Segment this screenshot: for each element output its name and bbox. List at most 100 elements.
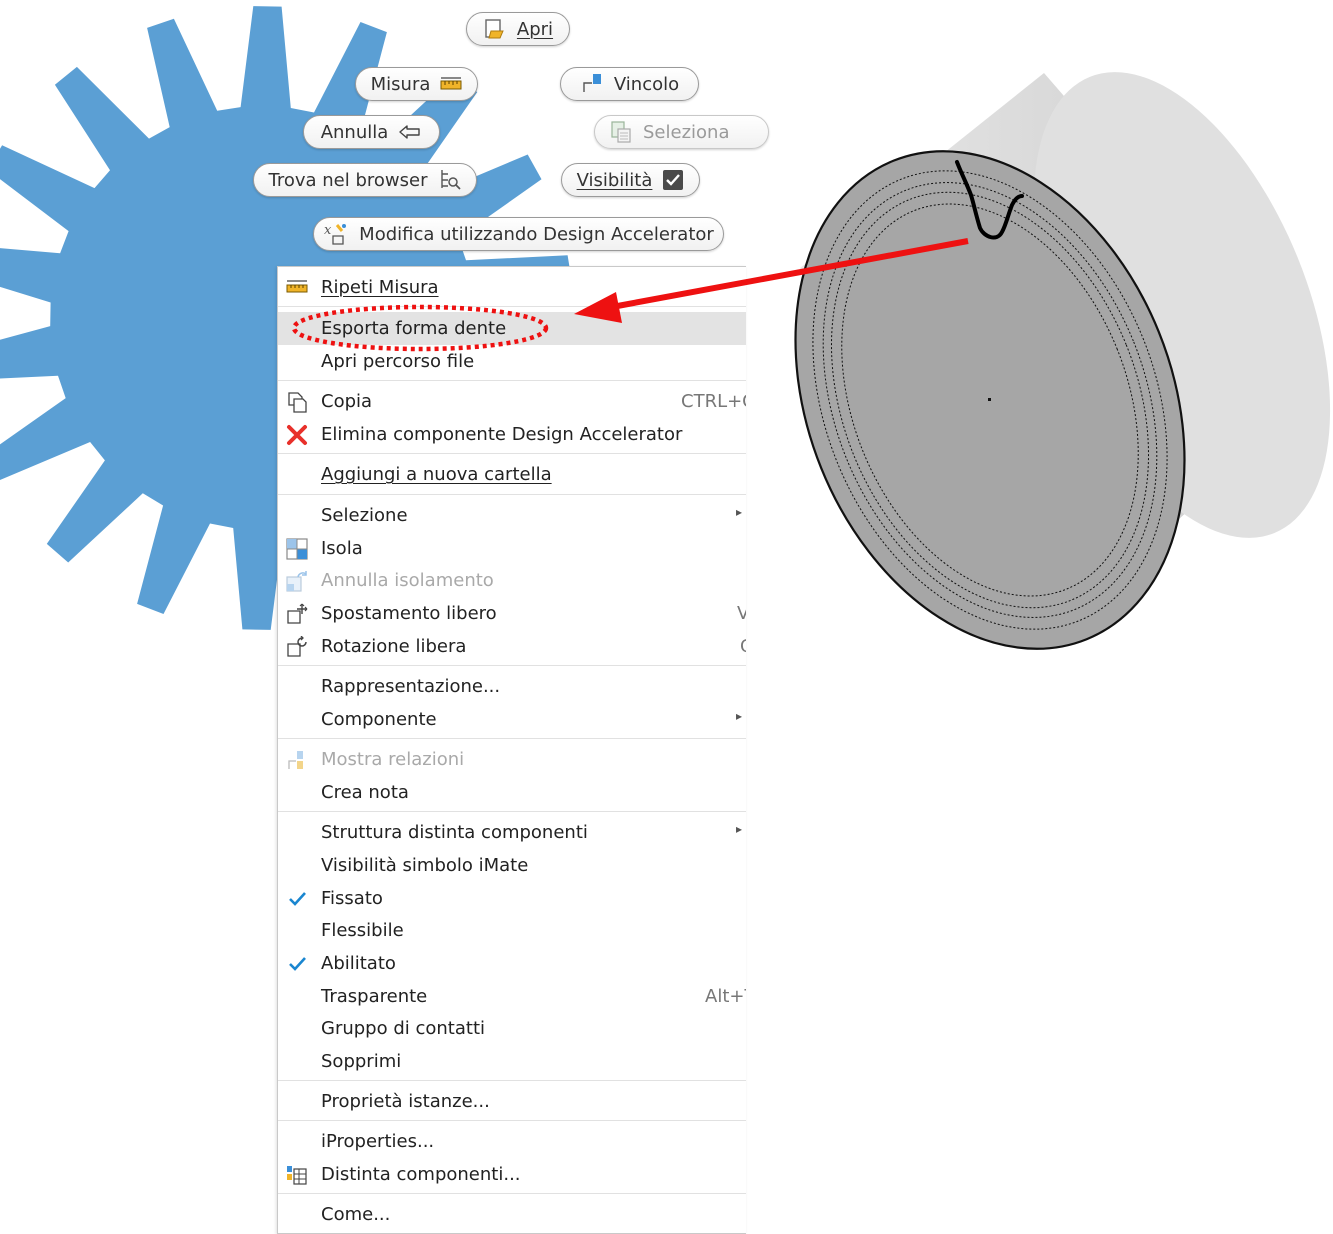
menu-item-rappresentazione[interactable]: Rappresentazione... <box>278 670 746 703</box>
menu-item-proprieta-istanze[interactable]: Proprietà istanze... <box>278 1085 746 1118</box>
visibility-checkbox-icon <box>663 170 684 190</box>
free-rotate-icon <box>287 636 307 657</box>
trova-browser-button[interactable]: Trova nel browser <box>253 163 477 197</box>
menu-item-come[interactable]: Come... <box>278 1198 746 1231</box>
distinta-componenti-label: Distinta componenti... <box>321 1164 521 1185</box>
rotazione-libera-label: Rotazione libera <box>321 636 467 657</box>
menu-item-crea-nota[interactable]: Crea nota <box>278 776 746 809</box>
vincolo-button[interactable]: Vincolo <box>560 67 699 101</box>
menu-separator <box>278 665 746 666</box>
copia-label: Copia <box>321 391 373 412</box>
copia-shortcut: CTRL+C <box>681 391 746 412</box>
aggiungi-cartella-label: Aggiungi a nuova cartella <box>321 464 552 485</box>
menu-item-componente[interactable]: Componente ▸ <box>278 703 746 736</box>
menu-item-abilitato[interactable]: Abilitato <box>278 947 746 980</box>
menu-item-annulla-isolamento[interactable]: Annulla isolamento <box>278 564 746 597</box>
menu-item-ripeti-misura[interactable]: Ripeti Misura <box>278 271 746 304</box>
modifica-design-accelerator-button[interactable]: x Modifica utilizzando Design Accelerato… <box>313 217 724 251</box>
copy-icon <box>288 392 307 413</box>
elimina-label: Elimina componente Design Accelerator <box>321 424 683 445</box>
show-relationships-icon <box>288 751 303 769</box>
sopprimi-label: Sopprimi <box>321 1051 402 1072</box>
measure-icon <box>440 77 462 90</box>
misura-label: Misura <box>370 73 431 95</box>
constraint-icon <box>583 74 601 92</box>
svg-text:x: x <box>324 223 332 238</box>
selezione-label: Selezione <box>321 505 408 526</box>
spostamento-libero-label: Spostamento libero <box>321 603 497 624</box>
find-in-browser-icon <box>440 170 461 190</box>
abilitato-label: Abilitato <box>321 953 396 974</box>
open-icon <box>485 19 504 39</box>
menu-item-mostra-relazioni[interactable]: Mostra relazioni <box>278 743 746 776</box>
seleziona-button[interactable]: Seleziona <box>594 115 769 149</box>
menu-item-iproperties[interactable]: iProperties... <box>278 1125 746 1158</box>
visibilita-imate-label: Visibilità simbolo iMate <box>321 855 529 876</box>
checkmark-icon <box>289 892 306 906</box>
visibilita-button[interactable]: Visibilità <box>561 163 700 197</box>
center-point <box>988 398 991 401</box>
menu-item-sopprimi[interactable]: Sopprimi <box>278 1045 746 1078</box>
undo-icon <box>399 125 420 139</box>
apri-percorso-file-label: Apri percorso file <box>321 351 475 372</box>
menu-item-spostamento-libero[interactable]: Spostamento libero V <box>278 597 746 630</box>
spostamento-shortcut: V <box>737 603 746 624</box>
submenu-arrow-icon: ▸ <box>736 505 743 519</box>
submenu-arrow-icon: ▸ <box>736 822 743 836</box>
rappresentazione-label: Rappresentazione... <box>321 676 501 697</box>
rotazione-shortcut: G <box>740 636 746 657</box>
flessibile-label: Flessibile <box>321 920 404 941</box>
proprieta-istanze-label: Proprietà istanze... <box>321 1091 490 1112</box>
iproperties-label: iProperties... <box>321 1131 435 1152</box>
modifica-label: Modifica utilizzando Design Accelerator <box>359 223 714 245</box>
menu-item-rotazione-libera[interactable]: Rotazione libera G <box>278 630 746 663</box>
free-move-icon <box>287 603 308 624</box>
menu-item-copia[interactable]: Copia CTRL+C <box>278 385 746 418</box>
design-accelerator-icon: x <box>324 223 347 245</box>
checkmark-icon <box>289 957 306 971</box>
annulla-label: Annulla <box>320 121 389 143</box>
undo-isolate-icon <box>286 571 307 592</box>
menu-separator <box>278 1120 746 1121</box>
menu-separator <box>278 1080 746 1081</box>
trasparente-label: Trasparente <box>321 986 428 1007</box>
componente-label: Componente <box>321 709 437 730</box>
menu-item-selezione[interactable]: Selezione ▸ <box>278 499 746 532</box>
fissato-label: Fissato <box>321 888 383 909</box>
menu-item-visibilita-imate[interactable]: Visibilità simbolo iMate <box>278 849 746 882</box>
menu-item-flessibile[interactable]: Flessibile <box>278 914 746 947</box>
menu-item-elimina-componente[interactable]: Elimina componente Design Accelerator <box>278 418 746 451</box>
annulla-button[interactable]: Annulla <box>303 115 440 149</box>
menu-separator <box>278 380 746 381</box>
struttura-distinta-label: Struttura distinta componenti <box>321 822 588 843</box>
vincolo-label: Vincolo <box>613 73 680 95</box>
menu-item-gruppo-contatti[interactable]: Gruppo di contatti <box>278 1012 746 1045</box>
gruppo-contatti-label: Gruppo di contatti <box>321 1018 486 1039</box>
apri-button[interactable]: Apri <box>466 12 570 46</box>
menu-item-isola[interactable]: Isola <box>278 532 746 565</box>
menu-item-fissato[interactable]: Fissato <box>278 882 746 915</box>
trasparente-shortcut: Alt+T <box>705 986 746 1007</box>
measure-icon <box>286 280 308 293</box>
menu-item-distinta-componenti[interactable]: Distinta componenti... <box>278 1158 746 1191</box>
mostra-relazioni-label: Mostra relazioni <box>321 749 465 770</box>
delete-x-icon <box>287 425 307 445</box>
annulla-isolamento-label: Annulla isolamento <box>321 570 494 591</box>
annotation-ellipse <box>291 304 549 352</box>
apri-label: Apri <box>516 18 554 40</box>
menu-item-trasparente[interactable]: Trasparente Alt+T <box>278 980 746 1013</box>
ripeti-misura-label: Ripeti Misura <box>321 277 439 298</box>
menu-item-aggiungi-cartella[interactable]: Aggiungi a nuova cartella <box>278 458 746 491</box>
isolate-icon <box>286 538 308 560</box>
submenu-arrow-icon: ▸ <box>736 709 743 723</box>
menu-separator <box>278 1193 746 1194</box>
trova-label: Trova nel browser <box>268 169 428 191</box>
misura-button[interactable]: Misura <box>355 67 478 101</box>
menu-separator <box>278 811 746 812</box>
menu-item-struttura-distinta[interactable]: Struttura distinta componenti ▸ <box>278 816 746 849</box>
crea-nota-label: Crea nota <box>321 782 409 803</box>
menu-separator <box>278 494 746 495</box>
select-icon <box>611 121 631 143</box>
isola-label: Isola <box>321 538 363 559</box>
bill-of-materials-icon <box>287 1166 307 1185</box>
